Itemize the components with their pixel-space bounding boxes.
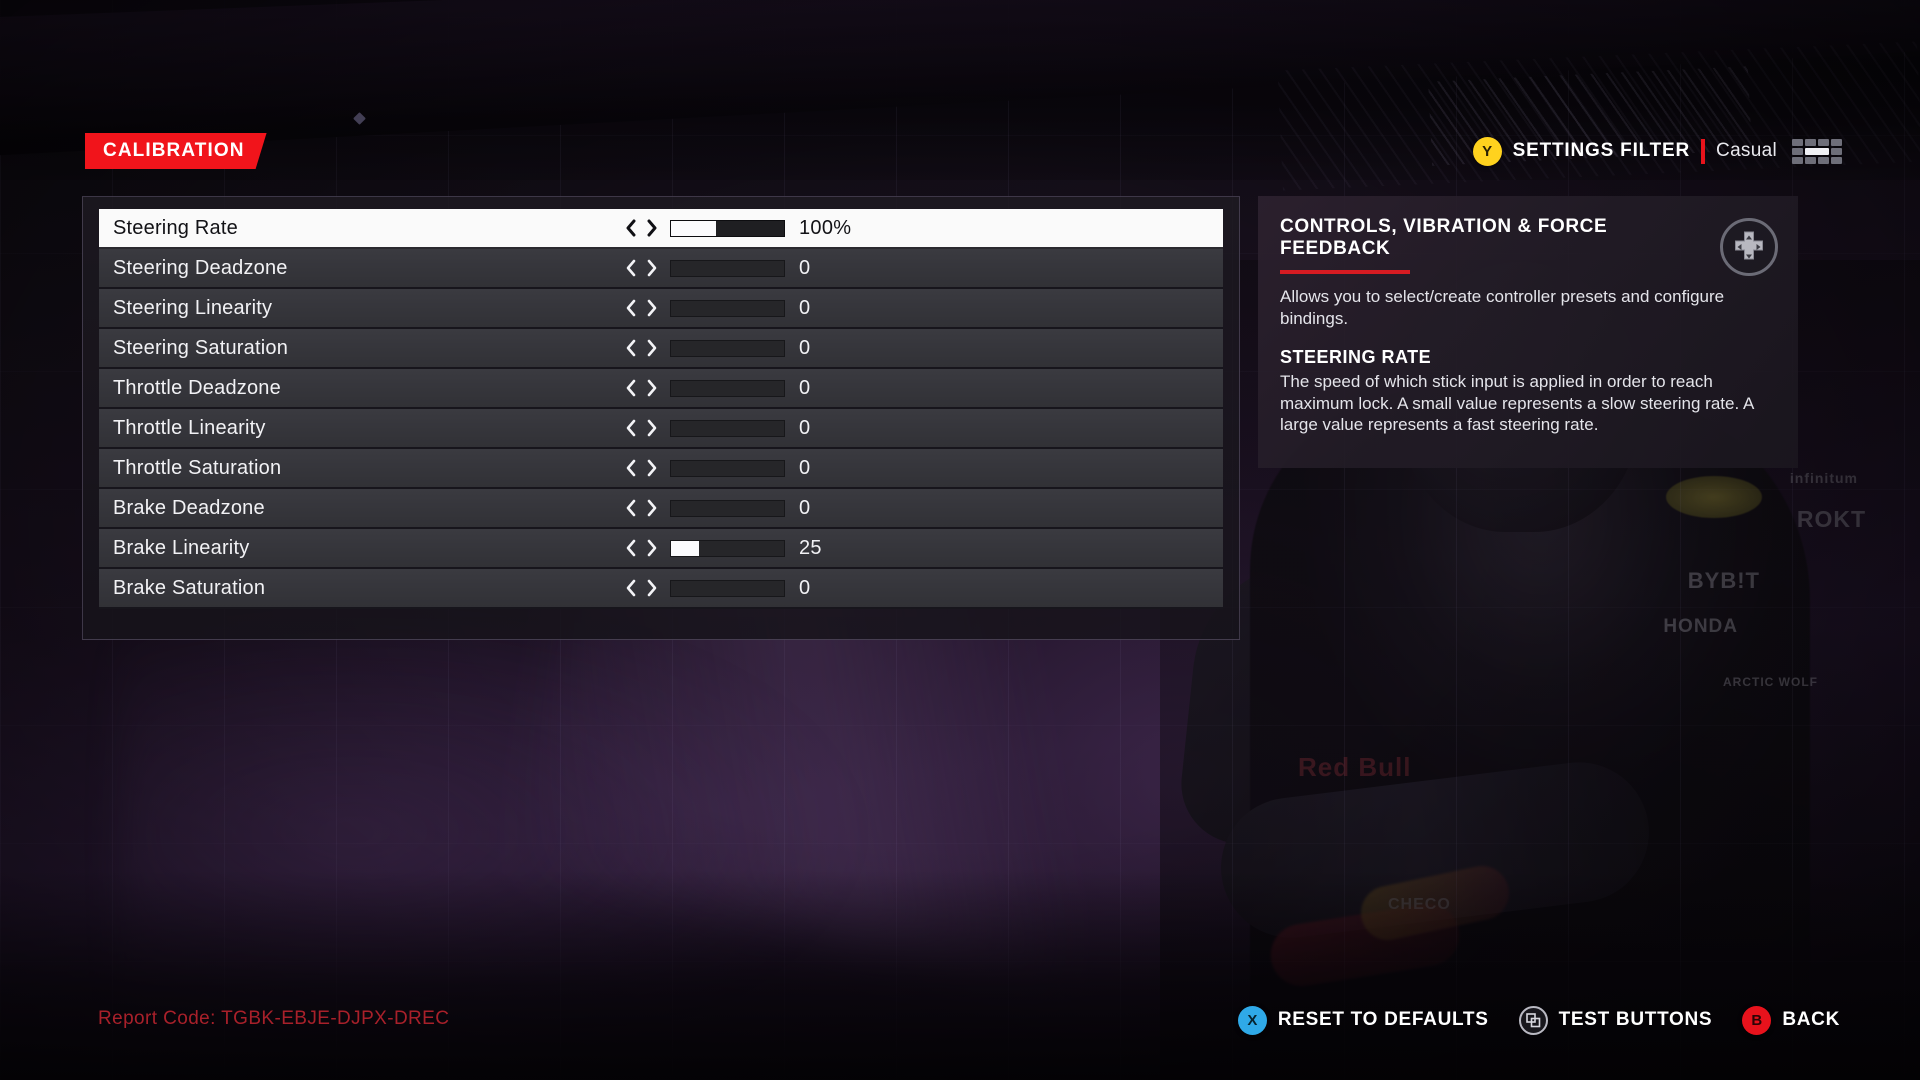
row-arrows[interactable] xyxy=(625,539,658,557)
setting-slider[interactable] xyxy=(670,459,785,477)
setting-row[interactable]: Steering Linearity 0 xyxy=(99,289,1223,329)
footer-prompt-label: TEST BUTTONS xyxy=(1558,1009,1713,1030)
setting-slider[interactable] xyxy=(670,339,785,357)
tab-calibration-label: CALIBRATION xyxy=(103,140,245,161)
setting-row-label: Steering Rate xyxy=(113,216,238,239)
setting-slider[interactable] xyxy=(670,499,785,517)
filter-divider xyxy=(1701,138,1706,164)
setting-slider[interactable] xyxy=(670,219,785,237)
setting-row-value: 100% xyxy=(799,216,852,239)
setting-slider[interactable] xyxy=(670,419,785,437)
setting-slider[interactable] xyxy=(670,539,785,557)
arrow-right-icon[interactable] xyxy=(645,379,658,397)
arrow-right-icon[interactable] xyxy=(645,499,658,517)
dpad-icon xyxy=(1720,218,1778,276)
settings-filter-label: SETTINGS FILTER xyxy=(1512,140,1691,161)
arrow-left-icon[interactable] xyxy=(625,579,638,597)
test-buttons-icon[interactable] xyxy=(1518,1005,1548,1035)
tab-calibration[interactable]: CALIBRATION xyxy=(85,133,267,169)
arrow-left-icon[interactable] xyxy=(625,539,638,557)
footer-prompt-label: RESET TO DEFAULTS xyxy=(1277,1009,1489,1030)
setting-row-label: Throttle Deadzone xyxy=(113,376,281,399)
setting-row-value: 0 xyxy=(799,256,811,279)
setting-slider[interactable] xyxy=(670,259,785,277)
footer-prompts: X RESET TO DEFAULTS TEST BUTTONS B BACK xyxy=(1237,1003,1840,1037)
setting-row[interactable]: Throttle Deadzone 0 xyxy=(99,369,1223,409)
setting-row-label: Steering Linearity xyxy=(113,296,273,319)
arrow-right-icon[interactable] xyxy=(645,339,658,357)
row-arrows[interactable] xyxy=(625,379,658,397)
setting-row-value: 0 xyxy=(799,376,811,399)
setting-row-label: Brake Deadzone xyxy=(113,496,265,519)
setting-row[interactable]: Brake Linearity 25 xyxy=(99,529,1223,569)
setting-row-value: 0 xyxy=(799,296,811,319)
arrow-left-icon[interactable] xyxy=(625,219,638,237)
setting-row[interactable]: Steering Rate 100% xyxy=(99,209,1223,249)
settings-list: Steering Rate 100% Steering Deadzone 0 S… xyxy=(82,196,1240,640)
arrow-right-icon[interactable] xyxy=(645,539,658,557)
arrow-left-icon[interactable] xyxy=(625,339,638,357)
settings-filter-value[interactable]: Casual xyxy=(1716,140,1777,162)
setting-row-value: 0 xyxy=(799,416,811,439)
info-heading: CONTROLS, VIBRATION & FORCE FEEDBACK xyxy=(1280,216,1608,260)
setting-slider[interactable] xyxy=(670,379,785,397)
setting-row[interactable]: Throttle Saturation 0 xyxy=(99,449,1223,489)
info-sub-heading: STEERING RATE xyxy=(1280,347,1432,368)
button-y-icon[interactable]: Y xyxy=(1472,136,1502,166)
footer-prompt[interactable]: B BACK xyxy=(1742,1005,1840,1035)
setting-row-label: Steering Deadzone xyxy=(113,256,288,279)
background-bottom-fade xyxy=(0,870,1920,1080)
arrow-left-icon[interactable] xyxy=(625,259,638,277)
button-x-icon[interactable]: X xyxy=(1237,1005,1267,1035)
setting-row[interactable]: Brake Saturation 0 xyxy=(99,569,1223,609)
row-arrows[interactable] xyxy=(625,259,658,277)
arrow-left-icon[interactable] xyxy=(625,419,638,437)
row-arrows[interactable] xyxy=(625,579,658,597)
row-arrows[interactable] xyxy=(625,299,658,317)
arrow-left-icon[interactable] xyxy=(625,299,638,317)
arrow-right-icon[interactable] xyxy=(645,419,658,437)
game-screen: BYB!T HONDA ROKT infinitum Red Bull CHEC… xyxy=(0,0,1920,1080)
footer-prompt[interactable]: TEST BUTTONS xyxy=(1518,1005,1713,1035)
row-arrows[interactable] xyxy=(625,219,658,237)
setting-slider[interactable] xyxy=(670,579,785,597)
setting-row-label: Brake Saturation xyxy=(113,576,266,599)
row-arrows[interactable] xyxy=(625,419,658,437)
setting-row-value: 0 xyxy=(799,576,811,599)
row-arrows[interactable] xyxy=(625,499,658,517)
setting-slider[interactable] xyxy=(670,299,785,317)
setting-row-value: 0 xyxy=(799,456,811,479)
arrow-right-icon[interactable] xyxy=(645,459,658,477)
setting-row-label: Brake Linearity xyxy=(113,536,250,559)
info-sub-body: The speed of which stick input is applie… xyxy=(1280,372,1754,435)
row-arrows[interactable] xyxy=(625,459,658,477)
keyboard-icon xyxy=(1792,138,1842,164)
arrow-right-icon[interactable] xyxy=(645,579,658,597)
row-arrows[interactable] xyxy=(625,339,658,357)
button-b-icon[interactable]: B xyxy=(1742,1005,1772,1035)
setting-row-value: 0 xyxy=(799,496,811,519)
setting-row-label: Throttle Linearity xyxy=(113,416,266,439)
footer-prompt-label: BACK xyxy=(1782,1009,1840,1030)
setting-row-value: 0 xyxy=(799,336,811,359)
arrow-right-icon[interactable] xyxy=(645,259,658,277)
setting-row[interactable]: Steering Saturation 0 xyxy=(99,329,1223,369)
arrow-right-icon[interactable] xyxy=(645,219,658,237)
arrow-left-icon[interactable] xyxy=(625,499,638,517)
info-heading-rule xyxy=(1280,269,1410,274)
settings-filter-bar: Y SETTINGS FILTER Casual xyxy=(1472,133,1842,169)
info-panel: CONTROLS, VIBRATION & FORCE FEEDBACK All… xyxy=(1258,196,1798,468)
arrow-left-icon[interactable] xyxy=(625,459,638,477)
setting-row[interactable]: Throttle Linearity 0 xyxy=(99,409,1223,449)
arrow-left-icon[interactable] xyxy=(625,379,638,397)
arrow-right-icon[interactable] xyxy=(645,299,658,317)
setting-row-value: 25 xyxy=(799,536,822,559)
footer-prompt[interactable]: X RESET TO DEFAULTS xyxy=(1237,1005,1489,1035)
report-code: Report Code: TGBK-EBJE-DJPX-DREC xyxy=(98,1008,450,1029)
setting-row-label: Throttle Saturation xyxy=(113,456,282,479)
setting-row[interactable]: Steering Deadzone 0 xyxy=(99,249,1223,289)
setting-row-label: Steering Saturation xyxy=(113,336,289,359)
info-body: Allows you to select/create controller p… xyxy=(1280,286,1725,328)
setting-row[interactable]: Brake Deadzone 0 xyxy=(99,489,1223,529)
